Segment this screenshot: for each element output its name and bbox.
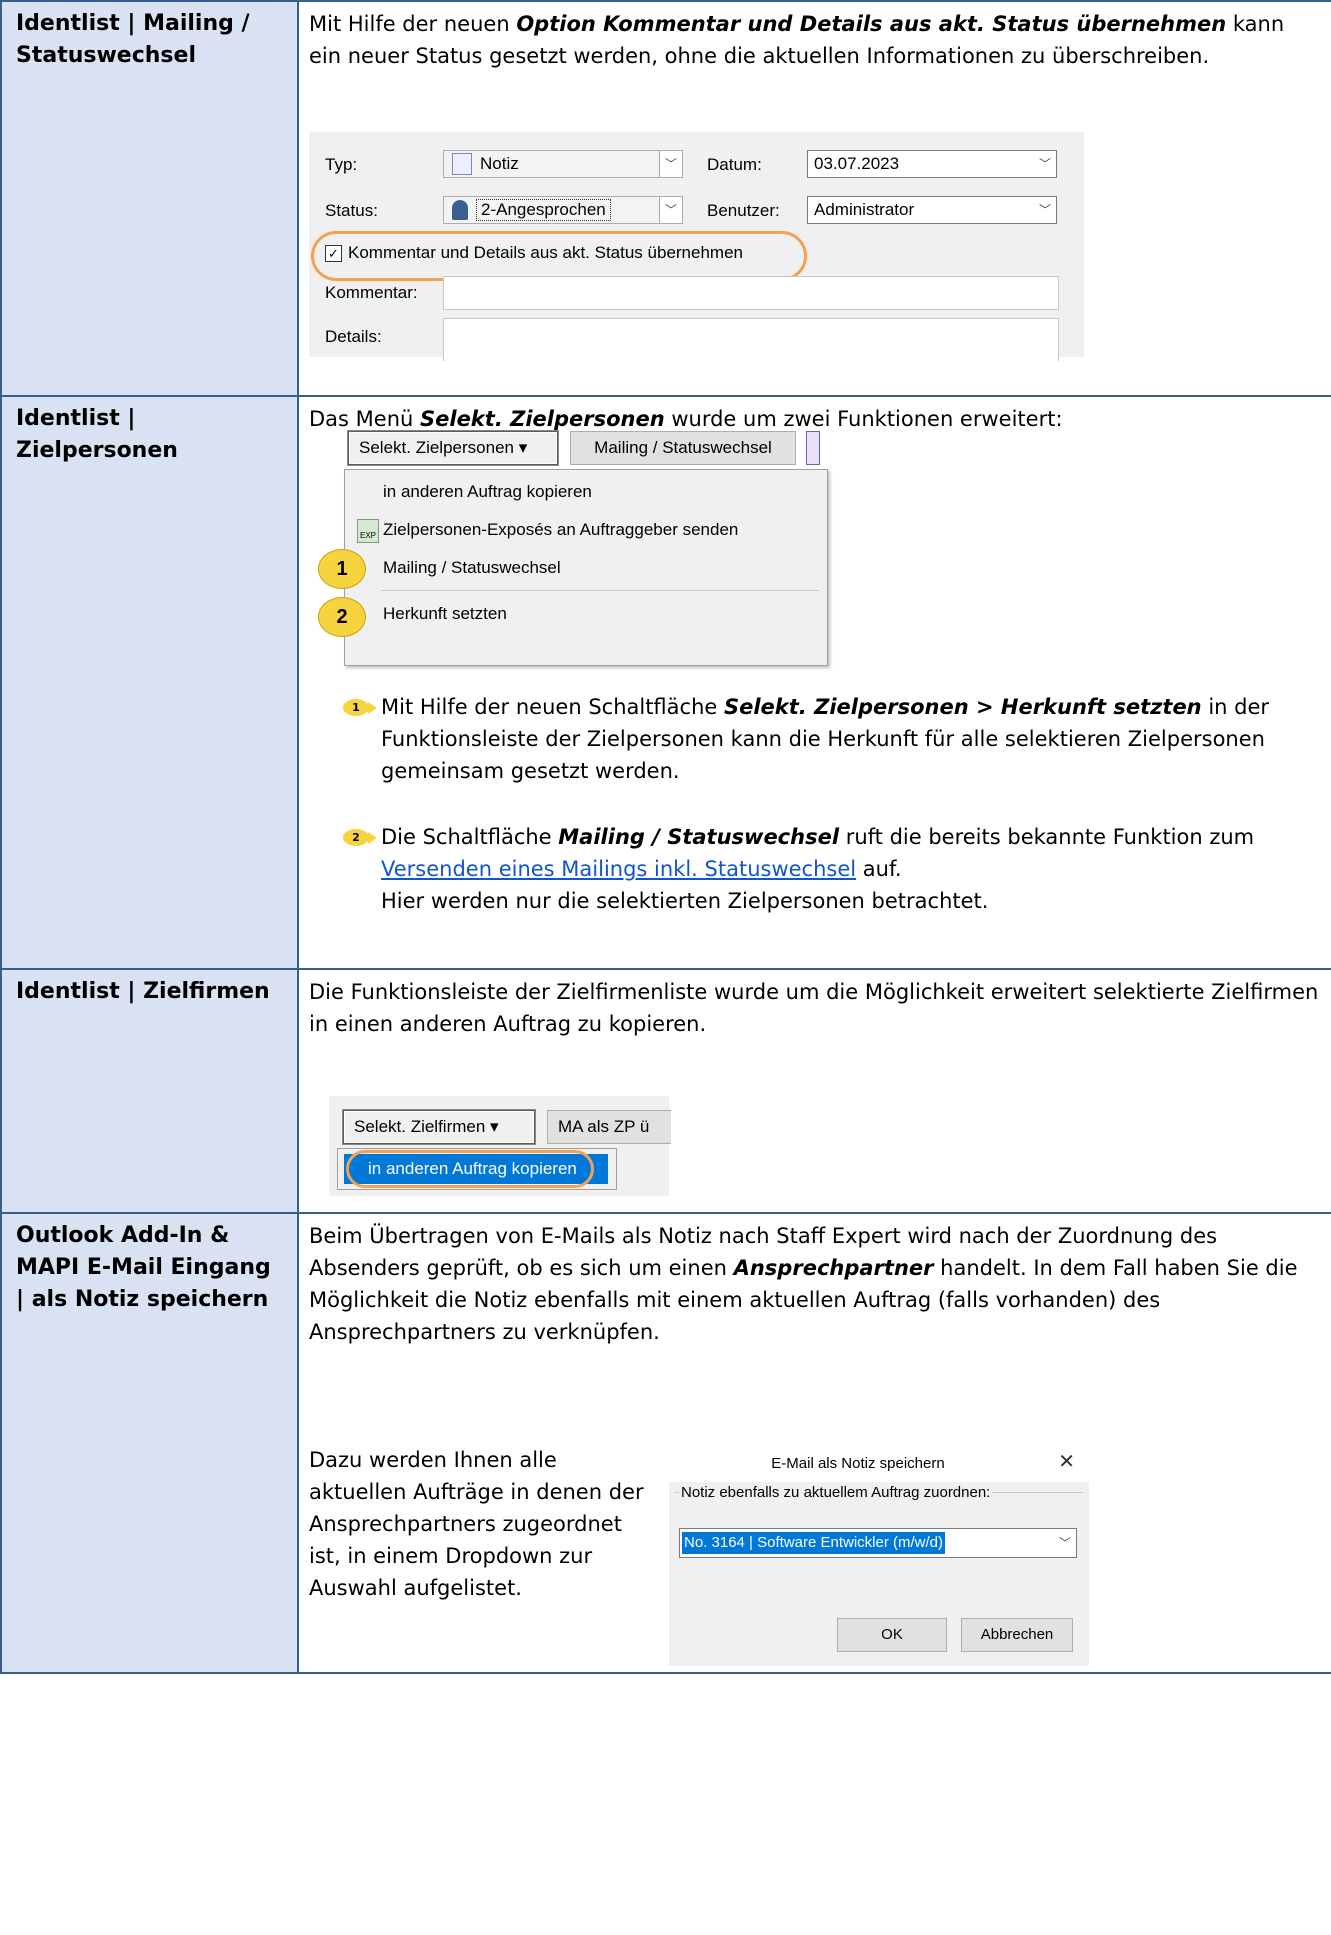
group-label: Notiz ebenfalls zu aktuellem Auftrag zuo…	[679, 1482, 993, 1504]
row-content: Das Menü Selekt. Zielpersonen wurde um z…	[297, 395, 1331, 970]
details-field[interactable]	[443, 318, 1059, 361]
text: Hier werden nur die selektierten Zielper…	[381, 889, 989, 913]
text: Das Menü	[309, 407, 420, 431]
typ-value: Notiz	[480, 154, 519, 173]
row-label: Identlist | Zielfirmen	[0, 968, 299, 1214]
row-content: Die Funktionsleiste der Zielfirmenliste …	[297, 968, 1331, 1214]
datum-select[interactable]: 03.07.2023 ﹀	[807, 150, 1057, 178]
row-zielfirmen: Identlist | Zielfirmen Die Funktionsleis…	[0, 968, 1331, 1214]
row-label: Outlook Add-In & MAPI E-Mail Eingang | a…	[0, 1212, 299, 1674]
text: Mit Hilfe der neuen Schaltfläche	[381, 695, 724, 719]
kommentar-field[interactable]	[443, 276, 1059, 310]
menu-item-set-origin[interactable]: Herkunft setzten	[383, 599, 507, 629]
ok-button[interactable]: OK	[837, 1618, 947, 1652]
bullet-2: 2 Die Schaltfläche Mailing / Statuswechs…	[335, 821, 1325, 917]
checkmark-icon: ✓	[325, 245, 342, 263]
text: auf.	[856, 857, 902, 881]
zielfirmen-screenshot: Selekt. Zielfirmen ▾ MA als ZP ü in ande…	[329, 1096, 671, 1196]
button-name: Selekt. Zielpersonen > Herkunft setzten	[723, 695, 1202, 719]
datum-value: 03.07.2023	[814, 154, 900, 173]
status-select[interactable]: 2-Angesprochen ﹀	[443, 196, 683, 224]
copy-comment-checkbox[interactable]: ✓ Kommentar und Details aus akt. Status ü…	[325, 240, 743, 266]
select-zielfirmen-button[interactable]: Selekt. Zielfirmen ▾	[343, 1110, 535, 1144]
email-as-note-dialog: E-Mail als Notiz speichern ✕ Notiz ebenf…	[669, 1446, 1089, 1666]
toolbar-button-partial[interactable]	[806, 431, 820, 465]
bullet-1: 1 Mit Hilfe der neuen Schaltfläche Selek…	[335, 691, 1325, 787]
status-value: 2-Angesprochen	[476, 199, 611, 221]
menu-name: Selekt. Zielpersonen	[420, 407, 665, 431]
benutzer-select[interactable]: Administrator ﹀	[807, 196, 1057, 224]
row-mailing-statuswechsel: Identlist | Mailing / Statuswechsel Mit …	[0, 0, 1331, 397]
chevron-down-icon: ﹀	[659, 197, 682, 223]
bullet-list: 1 Mit Hilfe der neuen Schaltfläche Selek…	[335, 691, 1325, 917]
paragraph: Die Funktionsleiste der Zielfirmenliste …	[309, 980, 1319, 1036]
chevron-down-icon: ﹀	[1038, 203, 1051, 217]
row-outlook-addin: Outlook Add-In & MAPI E-Mail Eingang | a…	[0, 1212, 1331, 1674]
kommentar-label: Kommentar:	[325, 283, 418, 302]
checkbox-label: Kommentar und Details aus akt. Status üb…	[348, 243, 743, 262]
order-select[interactable]: No. 3164 | Software Entwickler (m/w/d) ﹀	[679, 1528, 1077, 1558]
row-label: Identlist | Zielpersonen	[0, 395, 299, 970]
release-notes-table: Identlist | Mailing / Statuswechsel Mit …	[0, 0, 1331, 1674]
benutzer-value: Administrator	[814, 200, 915, 219]
paragraph: Mit Hilfe der neuen Option Kommentar und…	[299, 2, 1331, 72]
text: ruft die bereits bekannte Funktion zum	[839, 825, 1255, 849]
menu-item-mailing[interactable]: Mailing / Statuswechsel	[383, 553, 561, 583]
callout-1: 1	[318, 549, 366, 589]
paragraph: Dazu werden Ihnen alle aktuellen Aufträg…	[309, 1448, 644, 1600]
expose-icon: EXP	[357, 519, 379, 543]
menu-item-send-exposes[interactable]: Zielpersonen-Exposés an Auftraggeber sen…	[383, 515, 738, 545]
document: Identlist | Mailing / Statuswechsel Mit …	[0, 0, 1331, 1674]
close-icon[interactable]: ✕	[1058, 1450, 1075, 1474]
datum-label: Datum:	[707, 155, 762, 174]
button-name: Mailing / Statuswechsel	[558, 825, 840, 849]
select-zielpersonen-button[interactable]: Selekt. Zielpersonen ▾	[348, 431, 558, 465]
term: Ansprechpartner	[733, 1256, 934, 1280]
chevron-down-icon: ﹀	[659, 151, 682, 177]
paragraph: Das Menü Selekt. Zielpersonen wurde um z…	[299, 397, 1331, 435]
status-label: Status:	[325, 201, 378, 220]
details-label: Details:	[325, 327, 382, 346]
menu-item-copy-to-order[interactable]: in anderen Auftrag kopieren	[383, 477, 592, 507]
option-name: Option Kommentar und Details aus akt. St…	[516, 12, 1227, 36]
person-icon	[452, 200, 468, 220]
dropdown-menu: in anderen Auftrag kopieren	[337, 1148, 617, 1190]
paragraph: Beim Übertragen von E-Mails als Notiz na…	[299, 1214, 1331, 1348]
text: wurde um zwei Funktionen erweitert:	[664, 407, 1063, 431]
row-zielpersonen: Identlist | Zielpersonen Das Menü Selekt…	[0, 395, 1331, 970]
text: Die Schaltfläche	[381, 825, 559, 849]
ma-als-zp-button[interactable]: MA als ZP ü	[547, 1110, 671, 1144]
mailing-link[interactable]: Versenden eines Mailings inkl. Statuswec…	[381, 857, 856, 881]
callout-2: 2	[318, 597, 366, 637]
text: Mit Hilfe der neuen	[309, 12, 517, 36]
callout-marker-1: 1	[343, 699, 377, 716]
chevron-down-icon: ﹀	[1058, 1536, 1071, 1550]
menu-screenshot: Selekt. Zielpersonen ▾ Mailing / Statusw…	[318, 431, 844, 666]
mailing-statuswechsel-button[interactable]: Mailing / Statuswechsel	[570, 431, 796, 465]
benutzer-label: Benutzer:	[707, 201, 780, 220]
dialog-body: Notiz ebenfalls zu aktuellem Auftrag zuo…	[669, 1482, 1089, 1666]
typ-label: Typ:	[325, 155, 358, 174]
dialog-title: E-Mail als Notiz speichern	[771, 1455, 945, 1472]
note-icon	[452, 153, 472, 175]
menu-separator	[381, 590, 819, 591]
row-content: Beim Übertragen von E-Mails als Notiz na…	[297, 1212, 1331, 1674]
context-menu: in anderen Auftrag kopieren EXP Zielpers…	[344, 469, 828, 666]
cancel-button[interactable]: Abbrechen	[961, 1618, 1073, 1652]
typ-select[interactable]: Notiz ﹀	[443, 150, 683, 178]
menu-item-copy-to-order[interactable]: in anderen Auftrag kopieren	[368, 1157, 577, 1181]
row-content: Mit Hilfe der neuen Option Kommentar und…	[297, 0, 1331, 397]
selected-order: No. 3164 | Software Entwickler (m/w/d)	[682, 1532, 945, 1554]
callout-marker-2: 2	[343, 829, 377, 846]
chevron-down-icon: ﹀	[1038, 157, 1051, 171]
row-label: Identlist | Mailing / Statuswechsel	[0, 0, 299, 397]
status-form-screenshot: Typ: Notiz ﹀ Datum: 03.07.2023 ﹀ Status:…	[309, 132, 1084, 361]
